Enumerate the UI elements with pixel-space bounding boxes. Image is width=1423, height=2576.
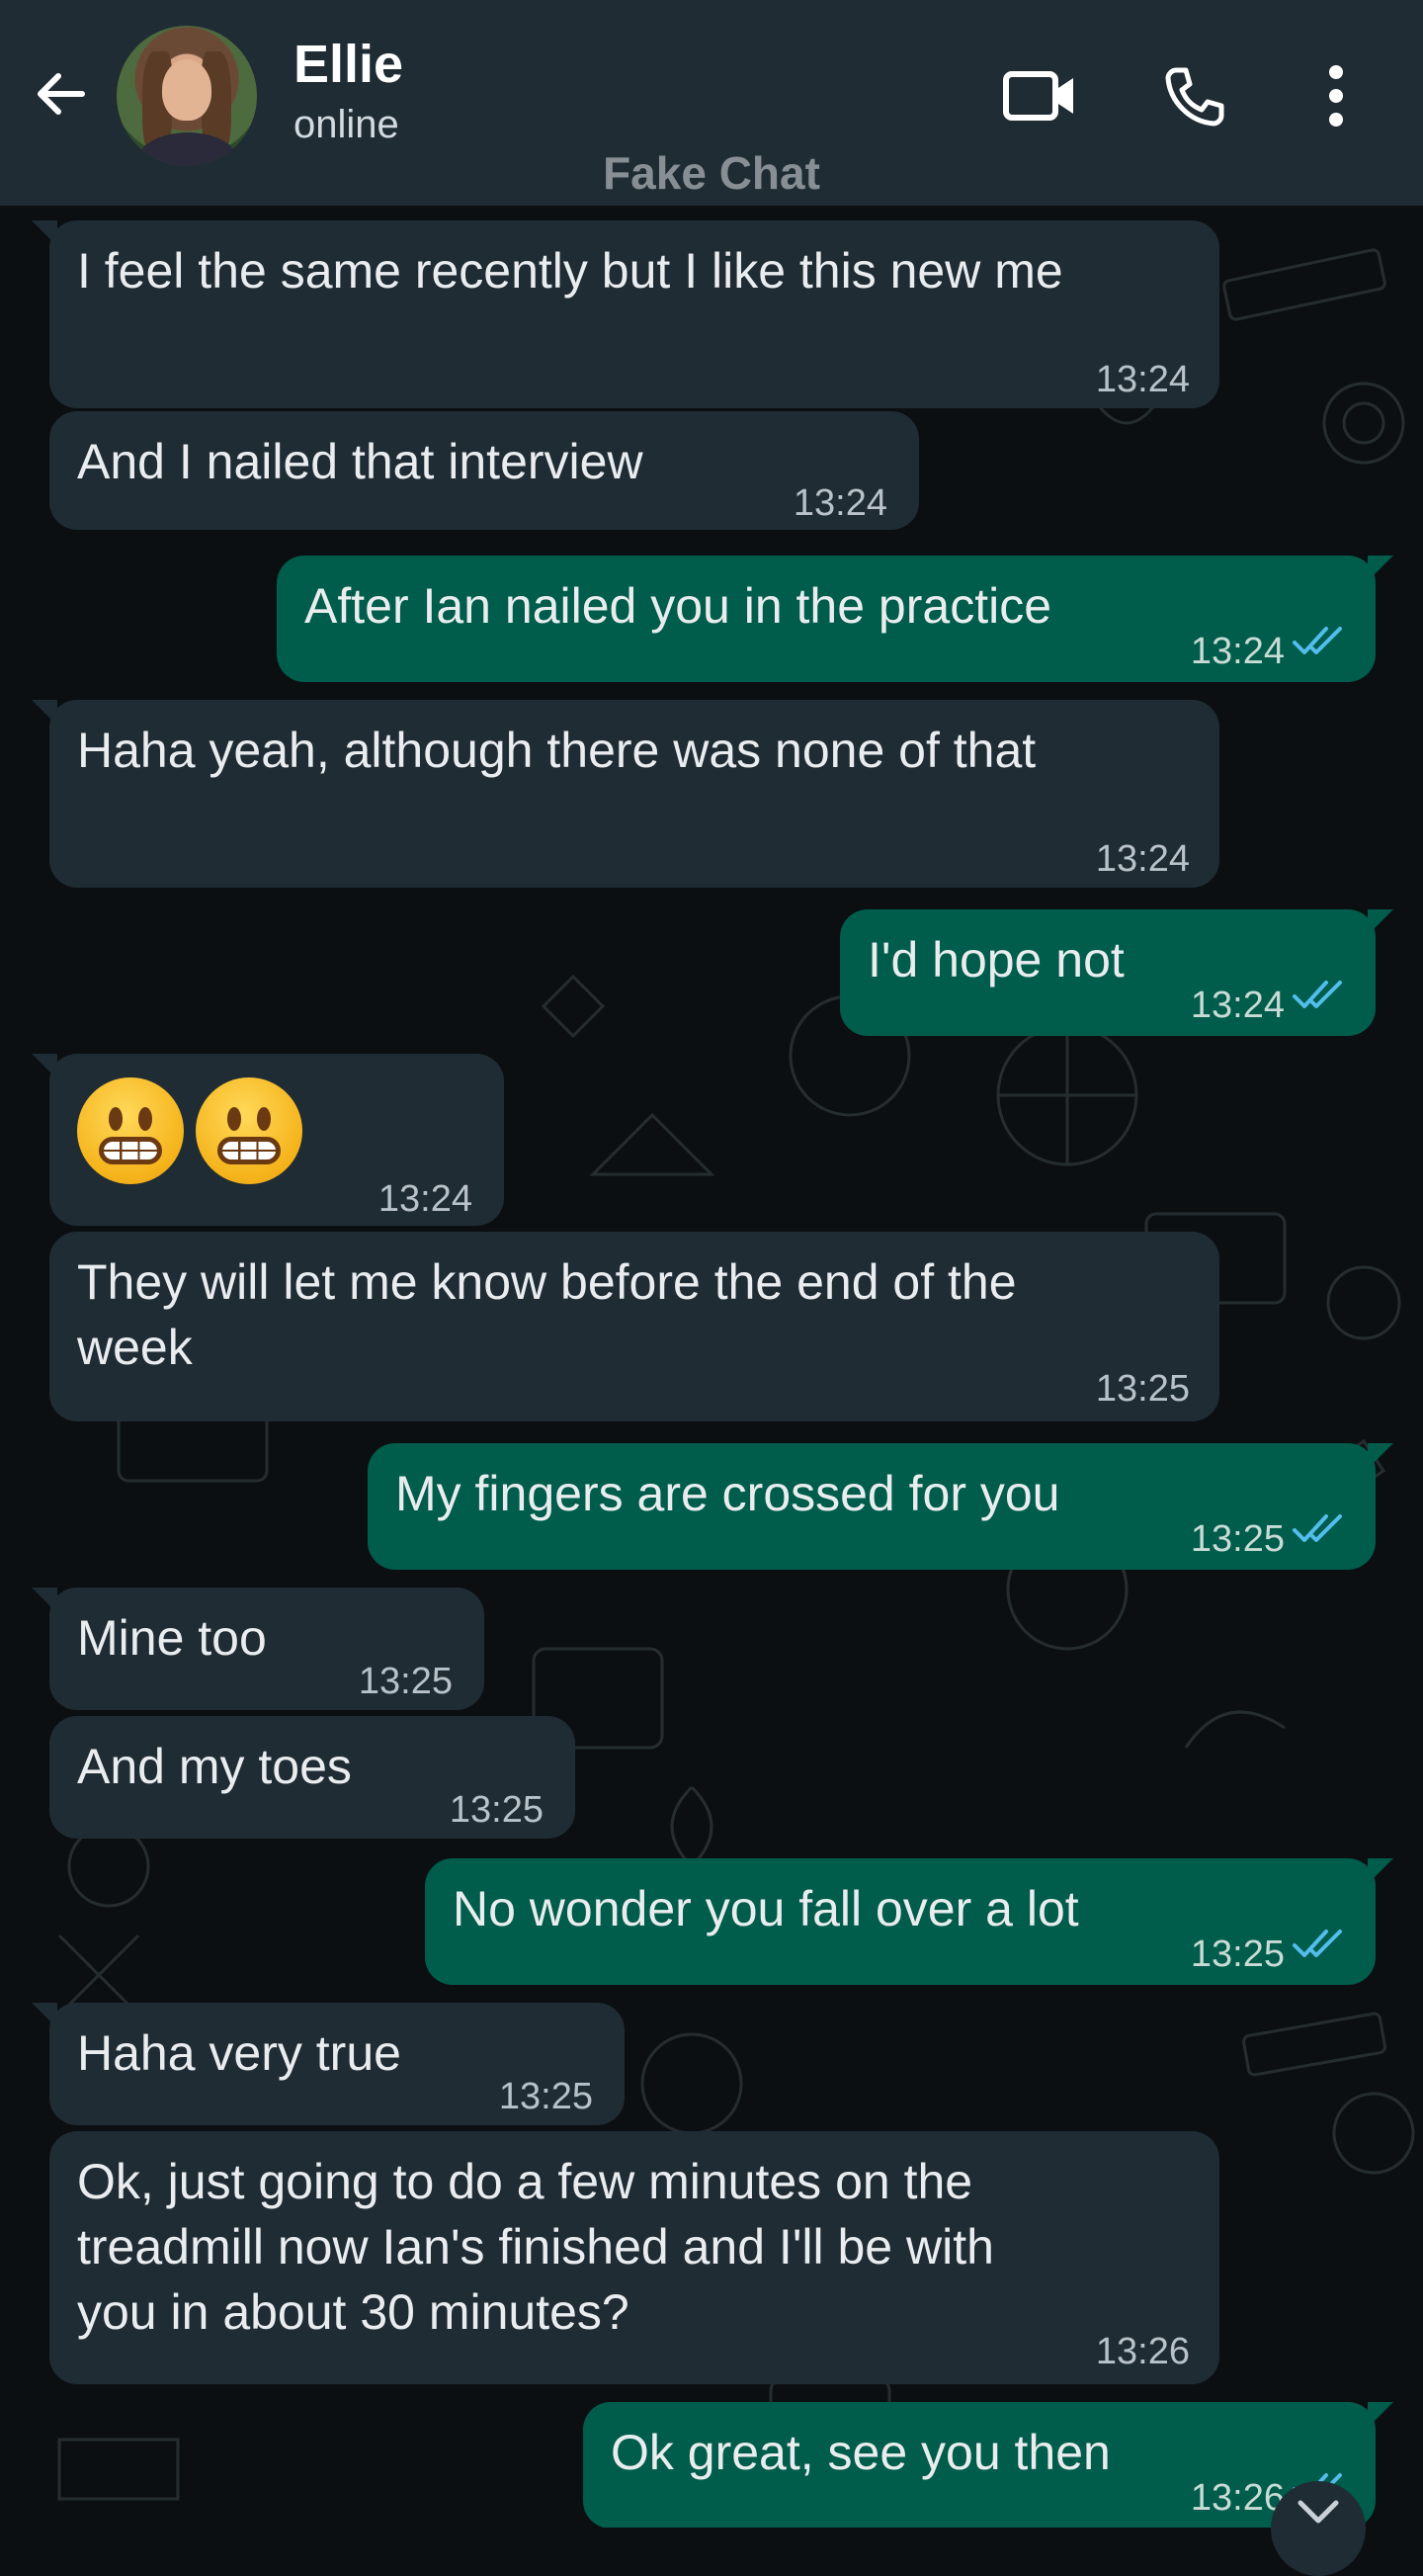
message-text: Haha very true <box>77 2025 401 2081</box>
phone-icon[interactable] <box>1154 61 1233 130</box>
message-bubble-incoming[interactable]: They will let me know before the end of … <box>49 1232 1219 1421</box>
contact-name[interactable]: Ellie <box>293 34 403 95</box>
message-text: My fingers are crossed for you <box>395 1466 1060 1521</box>
contact-status: online <box>293 103 399 146</box>
message-text: And I nailed that interview <box>77 434 643 489</box>
message-bubble-incoming[interactable]: Mine too 13:25 <box>32 1588 484 1710</box>
message-time: 13:26 <box>1190 2477 1285 2519</box>
message-bubble-outgoing[interactable]: I'd hope not 13:24 <box>840 909 1393 1036</box>
chevron-down-icon <box>1297 2500 1339 2524</box>
grimacing-face-emoji <box>77 1077 184 1184</box>
message-time: 13:25 <box>449 1789 544 1831</box>
watermark-label: Fake Chat <box>603 147 820 199</box>
message-text: I'd hope not <box>868 932 1125 987</box>
back-arrow-icon[interactable] <box>26 59 95 129</box>
message-bubble-outgoing[interactable]: No wonder you fall over a lot 13:25 <box>425 1858 1393 1985</box>
read-receipt-icon <box>1293 1930 1342 1957</box>
message-bubble-outgoing[interactable]: After Ian nailed you in the practice 13:… <box>277 556 1393 682</box>
message-list[interactable]: I feel the same recently but I like this… <box>0 206 1423 2528</box>
message-bubble-incoming[interactable]: And I nailed that interview 13:24 <box>49 411 919 530</box>
message-bubble-incoming[interactable]: Haha yeah, although there was none of th… <box>32 700 1219 888</box>
message-time: 13:24 <box>1095 359 1190 400</box>
read-receipt-icon <box>1293 1514 1342 1542</box>
more-vert-icon[interactable] <box>1306 61 1366 130</box>
grimacing-face-emoji <box>196 1077 302 1184</box>
message-text: Mine too <box>77 1610 267 1666</box>
scroll-to-bottom-button[interactable] <box>1271 2481 1366 2576</box>
read-receipt-icon <box>1293 981 1342 1008</box>
chat-header: Ellie online Fake Chat <box>0 0 1423 206</box>
message-text: Ok, just going to do a few minutes on th… <box>77 2154 994 2340</box>
message-bubble-incoming[interactable]: 13:24 <box>32 1054 504 1226</box>
message-time: 13:25 <box>358 1661 453 1702</box>
message-bubble-outgoing[interactable]: Ok great, see you then 13:26 <box>583 2402 1393 2528</box>
message-time: 13:24 <box>793 482 887 524</box>
avatar[interactable] <box>117 26 257 166</box>
message-time: 13:26 <box>1095 2331 1190 2372</box>
read-receipt-icon <box>1293 627 1342 654</box>
message-bubble-incoming[interactable]: And my toes 13:25 <box>49 1716 575 1839</box>
message-time: 13:25 <box>1190 1933 1285 1975</box>
message-text: No wonder you fall over a lot <box>453 1881 1079 1936</box>
message-text: I feel the same recently but I like this… <box>77 243 1063 299</box>
message-text: And my toes <box>77 1739 352 1794</box>
message-bubble-incoming[interactable]: I feel the same recently but I like this… <box>32 220 1219 408</box>
message-text: After Ian nailed you in the practice <box>304 578 1052 634</box>
message-text: Haha yeah, although there was none of th… <box>77 723 1037 778</box>
message-bubble-incoming[interactable]: Haha very true 13:25 <box>32 2003 625 2125</box>
message-bubble-outgoing[interactable]: My fingers are crossed for you 13:25 <box>368 1443 1393 1570</box>
video-call-icon[interactable] <box>1000 61 1079 130</box>
message-text: They will let me know before the end of … <box>77 1254 1017 1375</box>
message-time: 13:25 <box>1190 1518 1285 1560</box>
message-time: 13:24 <box>1190 985 1285 1026</box>
message-time: 13:25 <box>498 2076 593 2117</box>
message-bubble-incoming[interactable]: Ok, just going to do a few minutes on th… <box>49 2131 1219 2384</box>
message-time: 13:24 <box>377 1178 472 1220</box>
message-time: 13:24 <box>1190 631 1285 672</box>
message-time: 13:25 <box>1095 1368 1190 1410</box>
message-text: Ok great, see you then <box>611 2425 1111 2480</box>
message-time: 13:24 <box>1095 838 1190 880</box>
